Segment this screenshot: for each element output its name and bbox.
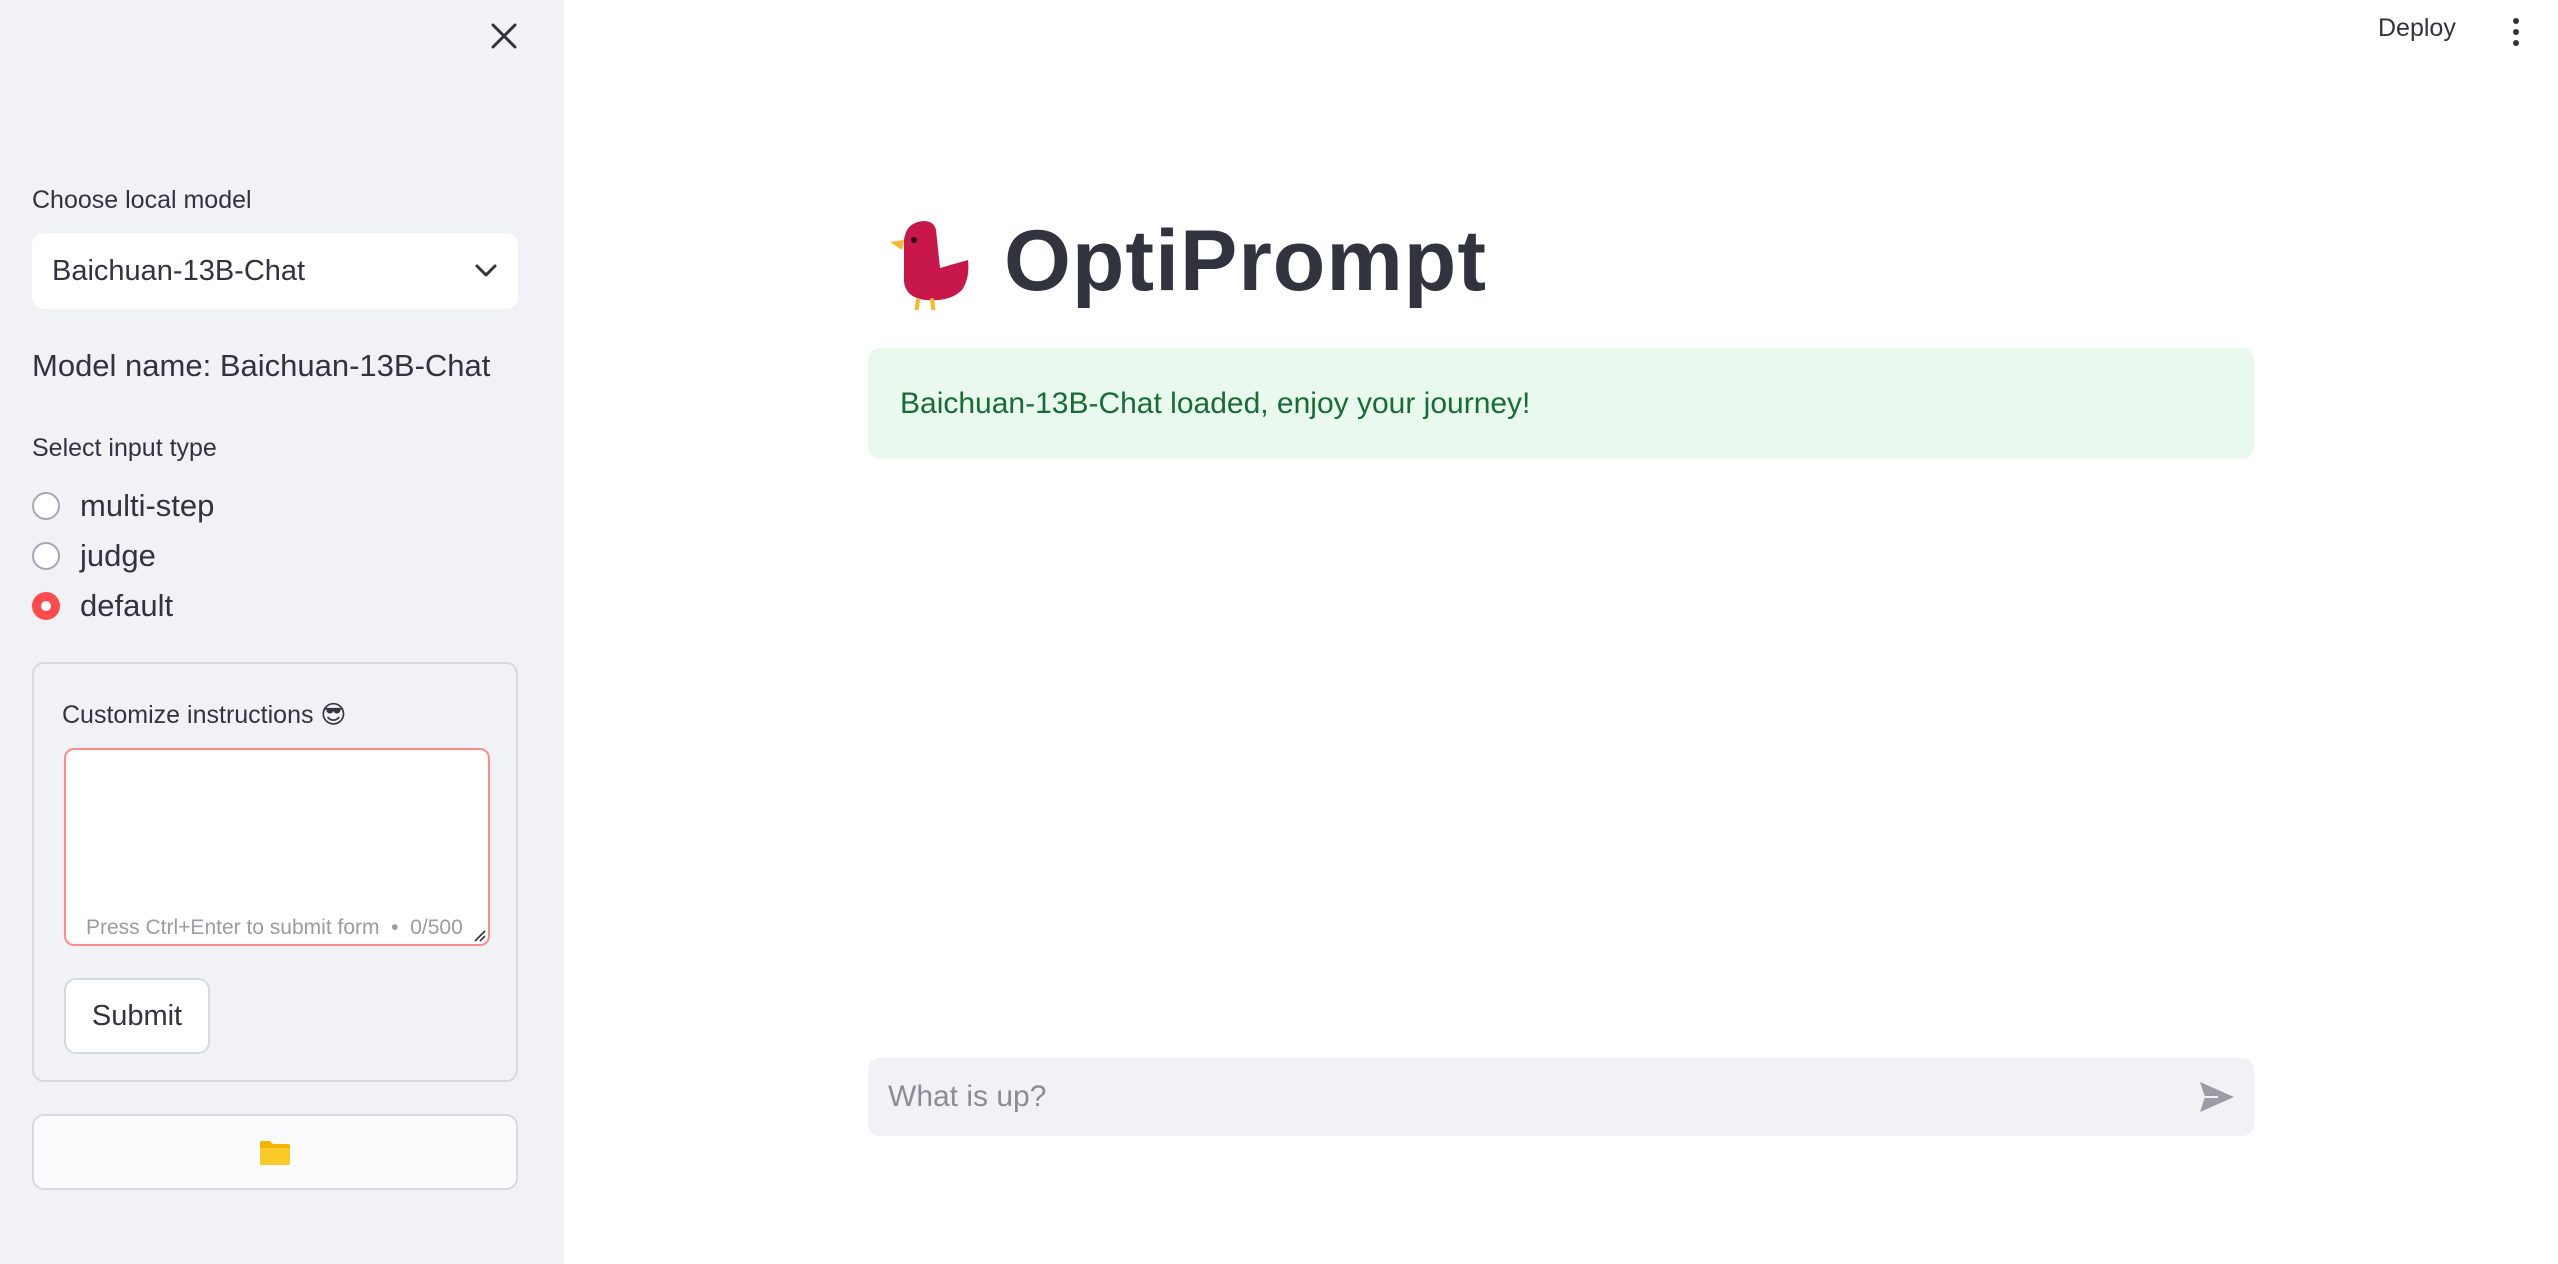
input-type-label: Select input type (32, 434, 217, 462)
radio-judge[interactable]: judge (32, 538, 156, 574)
textarea-hint: Press Ctrl+Enter to submit form • 0/500 (86, 916, 463, 940)
chevron-down-icon (475, 264, 497, 277)
model-select-label: Choose local model (32, 186, 252, 214)
send-button[interactable] (2198, 1080, 2236, 1114)
radio-button[interactable] (32, 542, 60, 570)
radio-label: judge (80, 538, 156, 573)
instructions-textarea[interactable]: Press Ctrl+Enter to submit form • 0/500 (64, 748, 490, 946)
radio-button-selected[interactable] (32, 592, 60, 620)
deploy-button[interactable]: Deploy (2378, 14, 2456, 43)
kebab-menu-icon[interactable] (2504, 12, 2528, 52)
chat-input-bar (868, 1058, 2254, 1136)
radio-multi-step[interactable]: multi-step (32, 488, 214, 524)
hint-separator: • (385, 916, 411, 939)
model-select[interactable]: Baichuan-13B-Chat (32, 233, 518, 309)
folder-icon (260, 1141, 290, 1165)
submit-hint-text: Press Ctrl+Enter to submit form (86, 916, 380, 939)
instructions-label: Customize instructions 😎 (62, 701, 347, 729)
submit-button[interactable]: Submit (64, 978, 210, 1054)
radio-label: default (80, 588, 174, 623)
instructions-form: Customize instructions 😎 Press Ctrl+Ente… (32, 662, 518, 1082)
radio-button[interactable] (32, 492, 60, 520)
folder-button[interactable] (32, 1114, 518, 1190)
model-select-value: Baichuan-13B-Chat (52, 254, 306, 287)
resize-handle-icon[interactable] (472, 928, 486, 942)
sidebar: Choose local model Baichuan-13B-Chat Mod… (0, 0, 564, 1264)
send-icon (2200, 1082, 2234, 1112)
radio-label: multi-step (80, 488, 215, 523)
page-title: OptiPrompt (1004, 213, 1487, 309)
success-alert: Baichuan-13B-Chat loaded, enjoy your jou… (868, 348, 2254, 459)
close-sidebar-button[interactable] (484, 16, 524, 56)
chat-input[interactable] (886, 1079, 2150, 1115)
char-counter: 0/500 (410, 916, 463, 939)
close-icon (491, 23, 517, 49)
bird-logo-icon (890, 221, 969, 310)
radio-default[interactable]: default (32, 588, 173, 624)
model-name-text: Model name: Baichuan-13B-Chat (32, 348, 491, 383)
